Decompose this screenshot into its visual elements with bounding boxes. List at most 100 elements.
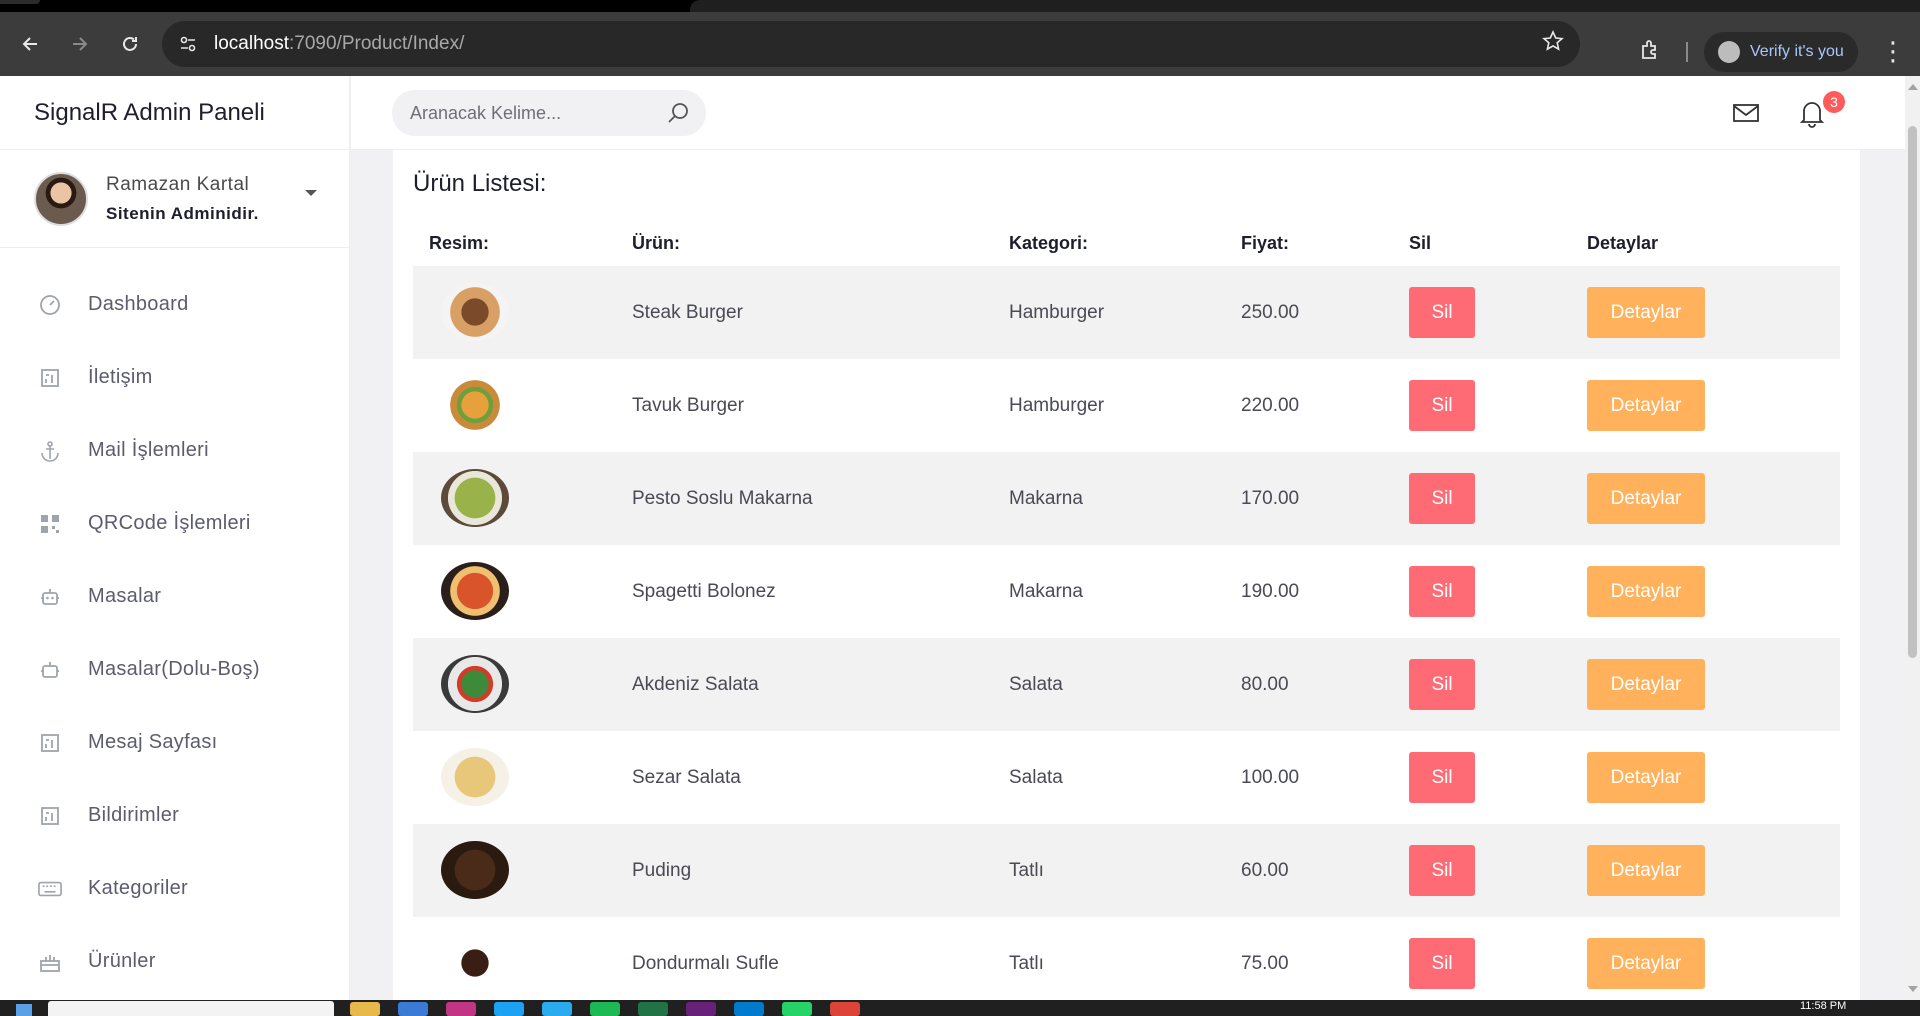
- spotify-icon[interactable]: [590, 1002, 620, 1016]
- address-bar[interactable]: localhost:7090/Product/Index/: [162, 21, 1580, 67]
- table-row: Spagetti Bolonez Makarna 190.00 Sil Deta…: [413, 545, 1840, 638]
- forward-arrow-icon: [73, 37, 88, 51]
- cake-icon: [38, 950, 62, 974]
- sidebar-item-bildirimler[interactable]: Bildirimler: [0, 779, 349, 852]
- reload-button[interactable]: [110, 24, 150, 64]
- delete-button[interactable]: Sil: [1409, 566, 1475, 617]
- bot-icon: [38, 658, 62, 682]
- browser-menu-icon[interactable]: ⋮: [1880, 36, 1906, 67]
- bookmark-star-icon[interactable]: [1542, 30, 1564, 59]
- bell-icon[interactable]: [1799, 98, 1825, 133]
- taskbar-search[interactable]: [48, 1001, 334, 1016]
- table-row: Pesto Soslu Makarna Makarna 170.00 Sil D…: [413, 452, 1840, 545]
- details-button[interactable]: Detaylar: [1587, 380, 1705, 431]
- mail-icon[interactable]: [1732, 102, 1760, 129]
- sidebar: SignalR Admin Paneli Ramazan Kartal Site…: [0, 76, 350, 1000]
- product-price: 75.00: [1241, 952, 1289, 974]
- delete-button[interactable]: Sil: [1409, 287, 1475, 338]
- grid-icon: [38, 804, 62, 828]
- top-navbar: 3: [351, 76, 1905, 150]
- product-image: [441, 283, 509, 341]
- search-icon[interactable]: [666, 101, 690, 130]
- site-info-icon[interactable]: [166, 21, 210, 67]
- table-row: Akdeniz Salata Salata 80.00 Sil Detaylar: [413, 638, 1840, 731]
- verify-profile-button[interactable]: Verify it's you: [1704, 32, 1858, 72]
- forward-button[interactable]: [60, 24, 100, 64]
- details-button[interactable]: Detaylar: [1587, 287, 1705, 338]
- scroll-up-arrow-icon[interactable]: [1908, 84, 1918, 90]
- product-image: [441, 748, 509, 806]
- header-details: Detaylar: [1587, 232, 1659, 253]
- sidebar-item-label: Kategoriler: [88, 877, 189, 899]
- profile-role: Sitenin Adminidir.: [106, 203, 259, 223]
- chrome-icon[interactable]: [830, 1002, 860, 1016]
- details-button[interactable]: Detaylar: [1587, 566, 1705, 617]
- instagram-icon[interactable]: [446, 1002, 476, 1016]
- details-button[interactable]: Detaylar: [1587, 938, 1705, 989]
- sidebar-item-qrcode[interactable]: QRCode İşlemleri: [0, 487, 349, 560]
- address-url: localhost:7090/Product/Index/: [214, 33, 464, 55]
- product-price: 250.00: [1241, 301, 1300, 323]
- sidebar-item-label: QRCode İşlemleri: [88, 512, 251, 534]
- details-button[interactable]: Detaylar: [1587, 473, 1705, 524]
- twitter-icon[interactable]: [494, 1002, 524, 1016]
- page-scrollbar[interactable]: [1905, 76, 1920, 1000]
- header-image: Resim:: [429, 232, 490, 253]
- search-input[interactable]: [392, 102, 652, 124]
- delete-button[interactable]: Sil: [1409, 659, 1475, 710]
- keyboard-icon: [38, 877, 62, 901]
- reload-icon: [123, 36, 137, 51]
- scroll-down-arrow-icon[interactable]: [1908, 986, 1918, 992]
- sidebar-item-label: Mail İşlemleri: [88, 439, 209, 461]
- sidebar-item-kategoriler[interactable]: Kategoriler: [0, 852, 349, 925]
- telegram-icon[interactable]: [542, 1002, 572, 1016]
- details-button[interactable]: Detaylar: [1587, 845, 1705, 896]
- url-host: localhost: [214, 33, 289, 54]
- windows-start-icon[interactable]: [16, 1004, 32, 1016]
- sidebar-item-masalar-dolu-bos[interactable]: Masalar(Dolu-Boş): [0, 633, 349, 706]
- details-button[interactable]: Detaylar: [1587, 752, 1705, 803]
- delete-button[interactable]: Sil: [1409, 752, 1475, 803]
- excel-icon[interactable]: [638, 1002, 668, 1016]
- delete-button[interactable]: Sil: [1409, 380, 1475, 431]
- product-image: [441, 562, 509, 620]
- browser-tab[interactable]: [0, 0, 40, 4]
- user-profile[interactable]: Ramazan Kartal Sitenin Adminidir.: [0, 150, 349, 248]
- table-row: Sezar Salata Salata 100.00 Sil Detaylar: [413, 731, 1840, 824]
- vscode-icon[interactable]: [734, 1002, 764, 1016]
- sidebar-item-urunler[interactable]: Ürünler: [0, 925, 349, 998]
- delete-button[interactable]: Sil: [1409, 845, 1475, 896]
- store-icon[interactable]: [398, 1002, 428, 1016]
- chevron-down-icon[interactable]: [305, 190, 317, 196]
- product-name: Spagetti Bolonez: [632, 580, 776, 602]
- taskbar-clock: 11:58 PM: [1800, 1000, 1847, 1012]
- url-path: :7090/Product/Index/: [289, 33, 465, 54]
- sidebar-item-masalar[interactable]: Masalar: [0, 560, 349, 633]
- header-product: Ürün:: [632, 232, 680, 253]
- product-name: Pesto Soslu Makarna: [632, 487, 813, 509]
- brand-title[interactable]: SignalR Admin Paneli: [0, 76, 349, 150]
- file-explorer-icon[interactable]: [350, 1002, 380, 1016]
- visual-studio-icon[interactable]: [686, 1002, 716, 1016]
- header-price: Fiyat:: [1241, 232, 1290, 253]
- search-box: [392, 90, 706, 136]
- sidebar-item-mesaj[interactable]: Mesaj Sayfası: [0, 706, 349, 779]
- scrollbar-thumb[interactable]: [1908, 126, 1917, 658]
- header-delete: Sil: [1409, 232, 1432, 253]
- extensions-button[interactable]: [1634, 34, 1666, 66]
- product-category: Makarna: [1009, 580, 1083, 602]
- delete-button[interactable]: Sil: [1409, 938, 1475, 989]
- browser-tab-strip-background: [690, 0, 1920, 12]
- details-button[interactable]: Detaylar: [1587, 659, 1705, 710]
- product-price: 80.00: [1241, 673, 1289, 695]
- delete-button[interactable]: Sil: [1409, 473, 1475, 524]
- back-button[interactable]: [10, 24, 50, 64]
- sidebar-item-mail[interactable]: Mail İşlemleri: [0, 414, 349, 487]
- sidebar-item-dashboard[interactable]: Dashboard: [0, 268, 349, 341]
- table-row: Puding Tatlı 60.00 Sil Detaylar: [413, 824, 1840, 917]
- sidebar-item-iletisim[interactable]: İletişim: [0, 341, 349, 414]
- whatsapp-icon[interactable]: [782, 1002, 812, 1016]
- product-image: [441, 934, 509, 992]
- page-title: Ürün Listesi:: [413, 170, 547, 197]
- sidebar-item-label: Dashboard: [88, 293, 189, 315]
